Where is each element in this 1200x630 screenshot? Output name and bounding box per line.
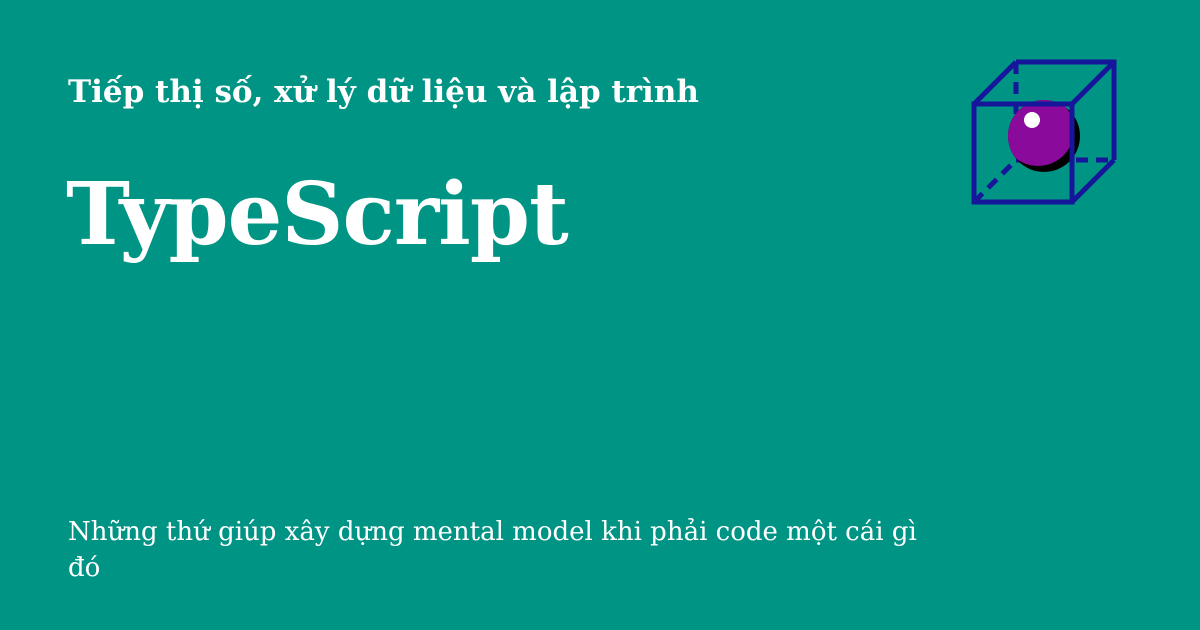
site-name: Tiếp thị số, xử lý dữ liệu và lập trình [68, 74, 699, 110]
post-description: Những thứ giúp xây dựng mental model khi… [68, 517, 917, 583]
post-title: TypeScript [66, 164, 569, 265]
cube-sphere-icon [971, 59, 1117, 205]
